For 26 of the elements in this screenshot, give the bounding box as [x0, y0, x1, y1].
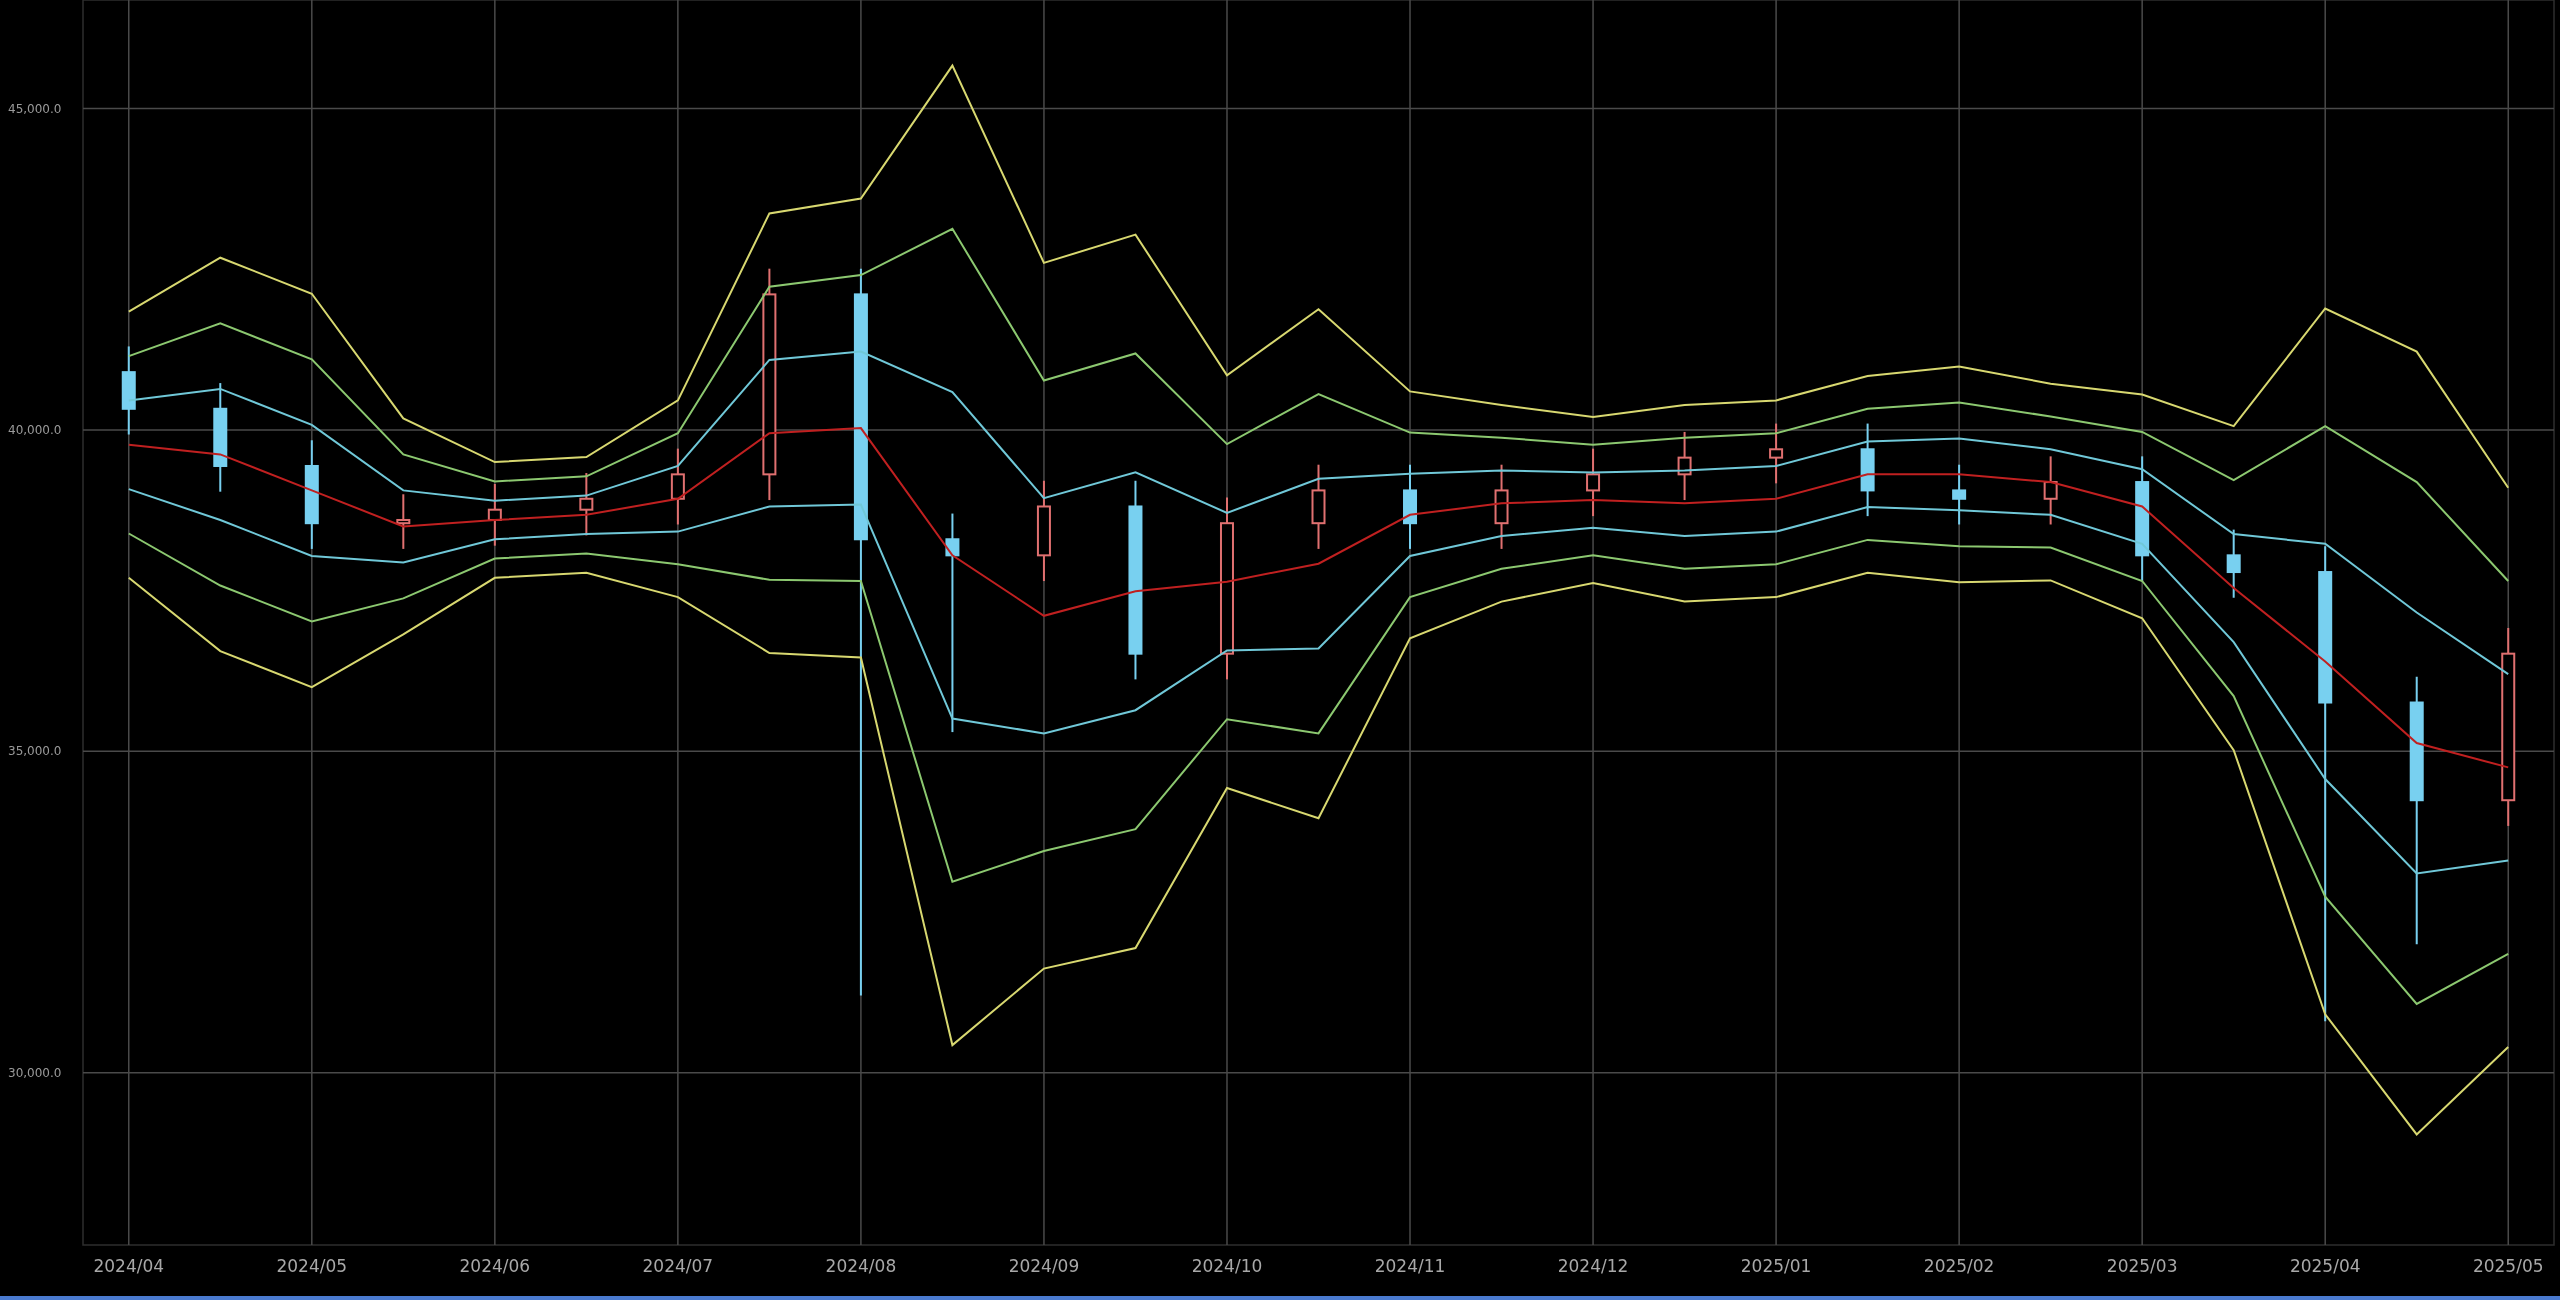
rising-candlestick: [1586, 447, 1601, 518]
x-axis-label: 2024/05: [276, 1256, 348, 1276]
x-axis-label: 2024/06: [459, 1256, 531, 1276]
x-axis-label: 2024/09: [1008, 1256, 1080, 1276]
x-axis-label: 2025/05: [2472, 1256, 2544, 1276]
x-axis-label: 2024/12: [1557, 1256, 1629, 1276]
x-axis-label: 2024/04: [93, 1256, 165, 1276]
x-axis-label: 2024/07: [642, 1256, 714, 1276]
rising-candlestick: [1769, 422, 1784, 485]
rising-candlestick: [1677, 430, 1692, 502]
y-axis-label: 30,000.0: [8, 1065, 62, 1080]
y-axis-label: 45,000.0: [8, 101, 62, 116]
x-axis-label: 2025/02: [1923, 1256, 1995, 1276]
falling-candlestick: [2226, 528, 2241, 599]
rising-candlestick: [396, 493, 411, 550]
rising-candlestick: [2043, 455, 2058, 526]
x-axis-label: 2024/08: [825, 1256, 897, 1276]
x-axis-label: 2024/10: [1191, 1256, 1263, 1276]
x-axis-label: 2024/11: [1374, 1256, 1446, 1276]
y-axis-label: 40,000.0: [8, 423, 62, 437]
y-axis-label: 35,000.0: [8, 744, 62, 759]
falling-candlestick: [1952, 463, 1967, 526]
x-axis-label: 2025/01: [1740, 1256, 1812, 1276]
x-axis-label: 2025/03: [2106, 1256, 2178, 1276]
rising-candlestick: [487, 483, 502, 547]
x-axis-label: 2025/04: [2289, 1256, 2361, 1276]
